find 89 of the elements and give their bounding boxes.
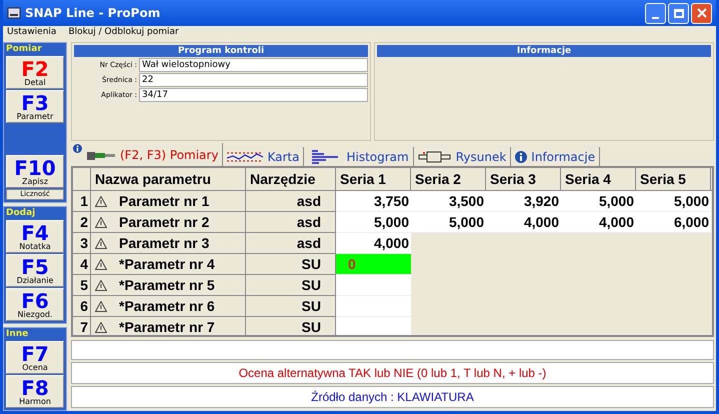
function-key-button[interactable]: F5 Działanie xyxy=(6,254,64,287)
text-field[interactable]: 34/17 xyxy=(139,88,368,102)
warning-icon xyxy=(95,196,107,206)
key-label: F8 xyxy=(21,378,49,398)
group-title: Inne xyxy=(6,328,30,340)
parameter-name: *Parametr nr 6 xyxy=(119,297,215,316)
parameter-name: *Parametr nr 4 xyxy=(119,255,215,274)
empty-cell[interactable] xyxy=(336,296,411,317)
function-key-button[interactable]: F6 Niezgod. xyxy=(6,288,64,321)
shaft-drawing-icon xyxy=(418,150,452,164)
key-label: F4 xyxy=(21,222,49,242)
panel-header: Informacje xyxy=(377,45,711,57)
value-cell[interactable]: 6,000 xyxy=(636,212,711,233)
row-number: 4 xyxy=(73,254,91,275)
column-header: Narzędzie xyxy=(246,168,336,190)
key-label: F6 xyxy=(21,290,49,310)
function-key-button[interactable]: F8 Harmon xyxy=(6,375,64,408)
warning-icon xyxy=(95,258,107,270)
warning-icon xyxy=(95,322,107,332)
maximize-button[interactable] xyxy=(668,2,689,24)
parameter-name: Parametr nr 3 xyxy=(119,234,210,253)
key-label: F3 xyxy=(21,92,49,112)
key-caption: Niezgod. xyxy=(18,310,52,318)
parameter-name: Parametr nr 2 xyxy=(119,213,210,232)
row-number: 2 xyxy=(73,212,91,233)
function-key-button[interactable]: F10 Zapisz xyxy=(6,155,64,188)
column-header: Seria 1 xyxy=(336,168,411,190)
key-caption: Harmon xyxy=(19,398,51,406)
minimize-button[interactable] xyxy=(645,2,666,24)
key-caption: Notatka xyxy=(19,242,51,250)
value-cell[interactable]: 3,750 xyxy=(336,191,411,212)
column-header: Seria 5 xyxy=(636,168,711,190)
column-header: Seria 2 xyxy=(411,168,486,190)
column-header: Seria 4 xyxy=(561,168,636,190)
warning-icon xyxy=(95,238,107,248)
parameter-name: *Parametr nr 5 xyxy=(119,276,215,295)
row-number: 7 xyxy=(73,317,91,335)
value-cell[interactable]: 4,000 xyxy=(336,233,411,254)
key-caption: Detal xyxy=(24,78,46,86)
value-cell[interactable]: 5,000 xyxy=(636,191,711,212)
key-caption: Parametr xyxy=(16,112,54,120)
empty-cell[interactable] xyxy=(336,317,411,335)
text-field[interactable]: Wał wielostopniowy xyxy=(139,58,368,72)
value-cell[interactable]: 3,500 xyxy=(411,191,486,212)
empty-cell[interactable] xyxy=(336,275,411,296)
info-icon xyxy=(73,144,82,153)
line-chart-icon xyxy=(227,150,264,164)
value-cell[interactable]: 4,000 xyxy=(561,212,636,233)
value-cell[interactable]: 3,920 xyxy=(486,191,561,212)
parameter-name: *Parametr nr 7 xyxy=(119,318,215,335)
menu-item[interactable]: Ustawienia xyxy=(7,26,56,40)
value-cell[interactable]: 5,000 xyxy=(411,212,486,233)
data-source-message: Źródło danych : KLAWIATURA xyxy=(71,386,714,408)
close-button[interactable] xyxy=(691,2,712,24)
key-label: F7 xyxy=(21,344,49,364)
warning-icon xyxy=(95,300,107,312)
value-cell[interactable]: 5,000 xyxy=(336,212,411,233)
panel-header: Program kontroli xyxy=(74,45,368,57)
function-key-button[interactable]: F4 Notatka xyxy=(6,220,64,253)
row-number: 1 xyxy=(73,191,91,212)
key-caption: Działanie xyxy=(16,276,54,284)
column-header: Seria 3 xyxy=(486,168,561,190)
key-label: F10 xyxy=(14,158,56,178)
value-cell[interactable]: 0 xyxy=(336,254,411,275)
value-cell[interactable]: 4,000 xyxy=(486,212,561,233)
close-icon xyxy=(696,8,706,18)
text-field[interactable]: 22 xyxy=(139,73,368,87)
hint-message: Ocena alternatywna TAK lub NIE (0 lub 1, T lub N, + lub -) xyxy=(71,362,714,384)
info-icon xyxy=(515,150,528,162)
key-caption: Ocena xyxy=(22,364,48,372)
row-number: 3 xyxy=(73,233,91,254)
row-number: 5 xyxy=(73,275,91,296)
value-cell[interactable]: 5,000 xyxy=(561,191,636,212)
key-label: F2 xyxy=(21,58,49,78)
group-title: Pomiar xyxy=(6,43,43,55)
menu-item[interactable]: Blokuj / Odblokuj pomiar xyxy=(68,26,179,40)
column-header: Nazwa parametru xyxy=(91,168,246,190)
warning-icon xyxy=(95,280,107,290)
function-key-button[interactable]: F3 Parametr xyxy=(6,90,64,123)
parameter-name: Parametr nr 1 xyxy=(119,192,210,211)
function-key-button[interactable]: F7 Ocena xyxy=(6,341,64,374)
row-number: 6 xyxy=(73,296,91,317)
function-key-button[interactable]: F2 Detal xyxy=(6,56,64,89)
window-title: SNAP Line - ProPom xyxy=(25,5,160,22)
key-caption: Zapisz xyxy=(22,178,48,186)
app-icon xyxy=(7,6,21,20)
group-title: Dodaj xyxy=(6,207,36,219)
key-label: F5 xyxy=(21,256,49,276)
warning-icon xyxy=(95,216,107,228)
